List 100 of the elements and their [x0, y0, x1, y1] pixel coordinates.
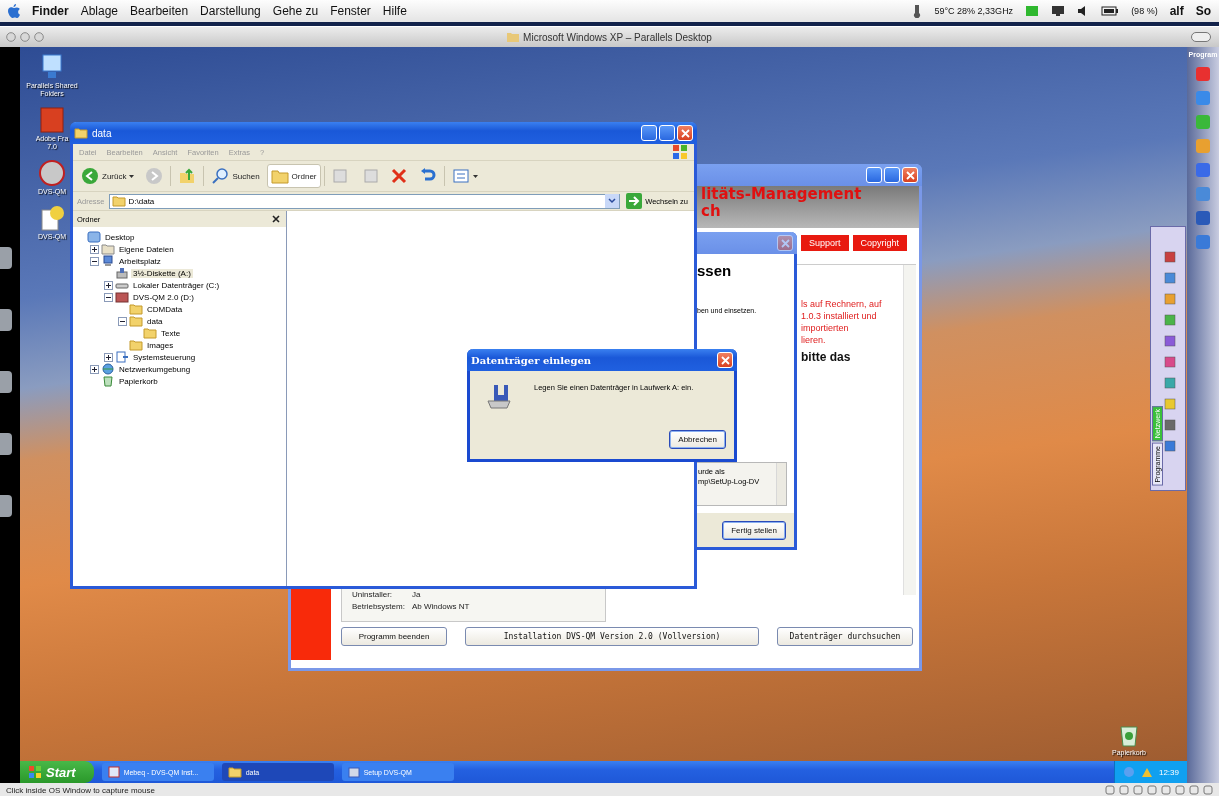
monitor-icon[interactable] — [1051, 5, 1066, 17]
up-folder-icon — [178, 167, 197, 185]
app-icon[interactable] — [1164, 293, 1176, 305]
minimize-button[interactable] — [641, 125, 657, 141]
battery-icon[interactable] — [1101, 6, 1120, 16]
tree-item[interactable]: Papierkorb — [117, 376, 160, 386]
app-icon[interactable] — [1164, 314, 1176, 326]
collapse-icon[interactable] — [118, 316, 127, 326]
app-icon[interactable] — [1195, 186, 1211, 202]
tree-item[interactable]: Images — [145, 340, 176, 350]
cpu-monitor-text: 59°C 28% 2,33GHz — [934, 6, 1014, 16]
clock: 12:39 — [1158, 767, 1179, 777]
recycle-bin-icon — [101, 375, 115, 387]
app-icon[interactable] — [1195, 138, 1211, 154]
tree-item[interactable]: Arbeitsplatz — [117, 256, 163, 266]
warning-icon[interactable] — [1139, 766, 1154, 778]
nav-button[interactable]: Copyright — [852, 235, 908, 251]
windows-logo-icon — [28, 765, 42, 779]
folder-icon — [101, 243, 115, 255]
dock-icon[interactable] — [0, 247, 12, 269]
menu-item[interactable]: Ablage — [80, 4, 119, 18]
app-icon[interactable] — [1195, 210, 1211, 226]
dock-icon[interactable] — [0, 371, 12, 393]
document-icon[interactable] — [37, 106, 67, 135]
tree-item[interactable]: Lokaler Datenträger (C:) — [131, 280, 222, 290]
maximize-button[interactable] — [659, 125, 675, 141]
nav-button[interactable]: Support — [801, 235, 849, 251]
dock-icon[interactable] — [0, 495, 12, 517]
user-name[interactable]: alf — [1169, 4, 1184, 18]
windows-logo-icon — [672, 144, 688, 160]
tree-item[interactable]: CDMData — [145, 304, 185, 314]
scrollbar[interactable] — [903, 265, 916, 595]
expand-icon[interactable] — [90, 244, 99, 254]
app-icon[interactable] — [1164, 440, 1176, 452]
drive-icon — [115, 291, 129, 303]
globe-icon — [101, 363, 115, 375]
menu-item[interactable]: Hilfe — [382, 4, 407, 18]
address-field[interactable]: D:\data — [108, 193, 621, 209]
expand-icon[interactable] — [104, 280, 113, 290]
tree-item[interactable]: Desktop — [103, 232, 137, 242]
collapse-icon[interactable] — [90, 256, 99, 266]
notice-heading: bitte das — [801, 350, 852, 364]
window-title: Datenträger einlegen — [471, 354, 592, 366]
back-button[interactable]: Zurück — [77, 164, 139, 188]
info-label: Betriebsystem: — [352, 602, 406, 611]
search-button[interactable]: Suchen — [207, 164, 264, 188]
tree-item[interactable]: Texte — [159, 328, 183, 338]
tree-item[interactable]: DVS-QM 2.0 (D:) — [131, 292, 196, 302]
app-icon[interactable] — [1164, 356, 1176, 368]
folder-icon — [129, 339, 143, 351]
tree-item[interactable]: Eigene Dateien — [117, 244, 176, 254]
expand-icon[interactable] — [90, 364, 99, 374]
app-icon[interactable] — [1195, 114, 1211, 130]
folders-button[interactable]: Ordner — [266, 164, 321, 188]
dock-icon[interactable] — [0, 433, 12, 455]
folder-icon — [227, 766, 242, 778]
menu-item[interactable]: Bearbeiten — [130, 4, 189, 18]
app-icon[interactable] — [1195, 66, 1211, 82]
menu-item[interactable]: Darstellung — [200, 4, 261, 18]
status-square-icon[interactable] — [1025, 5, 1040, 17]
status-text: Click inside OS Window to capture mouse — [6, 785, 155, 795]
floppy-drive-icon — [486, 383, 512, 411]
app-icon[interactable] — [1164, 251, 1176, 263]
folder-icon — [143, 327, 157, 339]
folder-icon — [507, 32, 520, 42]
app-icon[interactable] — [1164, 419, 1176, 431]
tree-item[interactable]: 3½-Diskette (A:) — [131, 268, 193, 278]
app-icon[interactable] — [1164, 398, 1176, 410]
menu-item[interactable]: Finder — [32, 4, 69, 18]
menu-item[interactable]: Gehe zu — [272, 4, 319, 18]
window-icon — [107, 766, 120, 778]
folder-icon — [74, 127, 88, 139]
action-button[interactable]: Programm beenden — [341, 627, 447, 646]
dropdown-icon[interactable] — [605, 194, 620, 208]
finish-button[interactable]: Fertig stellen — [722, 520, 786, 540]
menu-item[interactable]: Fenster — [330, 4, 371, 18]
notice-text: ls auf Rechnern, auf — [801, 298, 882, 310]
app-icon[interactable] — [1164, 377, 1176, 389]
action-button[interactable]: Datenträger durchsuchen — [777, 627, 913, 646]
action-button[interactable]: Installation DVS-QM Version 2.0 (Vollversion) — [465, 627, 759, 646]
app-icon[interactable] — [1195, 90, 1211, 106]
tree-item[interactable]: Systemsteuerung — [131, 352, 198, 362]
tree-item[interactable]: Netzwerkumgebung — [117, 364, 193, 374]
expand-icon[interactable] — [104, 352, 113, 362]
collapse-icon[interactable] — [104, 292, 113, 302]
thermometer-icon[interactable] — [912, 4, 923, 18]
folder-icon — [270, 167, 289, 185]
close-button[interactable] — [272, 215, 280, 223]
menu-item[interactable]: So — [1195, 4, 1211, 18]
app-icon[interactable] — [1195, 234, 1211, 250]
tree-item[interactable]: data — [145, 316, 165, 326]
apple-icon[interactable] — [8, 4, 20, 18]
toolbar-toggle-button[interactable] — [1191, 32, 1211, 42]
dock-icon[interactable] — [0, 309, 12, 331]
app-icon[interactable] — [1164, 272, 1176, 284]
cancel-button[interactable]: Abbrechen — [669, 430, 726, 449]
delete-icon — [389, 167, 408, 185]
app-icon[interactable] — [1195, 162, 1211, 178]
app-icon[interactable] — [1164, 335, 1176, 347]
scrollbar[interactable] — [776, 463, 786, 505]
